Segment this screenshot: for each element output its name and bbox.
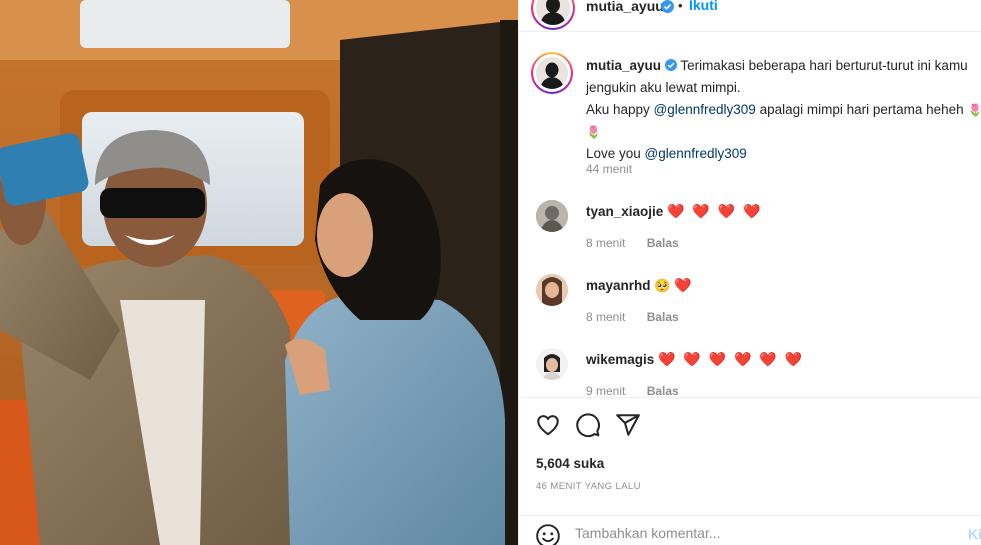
comment-username[interactable]: mayanrhd	[586, 278, 651, 293]
pleading-emoji-icon: 🥺	[654, 278, 671, 293]
story-ring[interactable]	[531, 0, 575, 30]
caption-line-3-suffix: apalagi mimpi hari pertama heheh	[755, 102, 964, 117]
comment-meta: 8 menit Balas	[586, 236, 697, 250]
comment-time: 8 menit	[586, 236, 626, 250]
comment-input[interactable]	[575, 525, 935, 541]
separator-dot: •	[678, 0, 683, 13]
post-photo[interactable]	[0, 0, 518, 545]
caption-avatar	[536, 57, 568, 89]
follow-button[interactable]: Ikuti	[689, 0, 718, 13]
comment-time: 8 menit	[586, 310, 626, 324]
comment-icon[interactable]	[575, 412, 601, 441]
comment-text: ❤️	[674, 277, 694, 293]
comment-username[interactable]: tyan_xiaojie	[586, 204, 663, 219]
tulip-emoji-icon: 🌷	[967, 103, 981, 117]
comment-meta: 8 menit Balas	[586, 310, 697, 324]
caption-username[interactable]: mutia_ayuu	[586, 58, 661, 73]
post-actions: 5,604 suka 46 MENIT YANG LALU Ki	[519, 397, 981, 545]
commenter-avatar[interactable]	[536, 348, 568, 380]
mention-link[interactable]: @glennfredly309	[645, 146, 747, 161]
commenter-avatar[interactable]	[536, 274, 568, 306]
caption-line-2: jengukin aku lewat mimpi.	[586, 80, 741, 95]
comment-bar: Ki	[519, 515, 981, 545]
tulip-emoji-icon: 🌷	[586, 125, 601, 139]
emoji-icon[interactable]	[535, 523, 561, 545]
verified-badge-icon	[661, 0, 674, 16]
caption-meta: 44 menit	[586, 162, 650, 176]
caption-time: 44 menit	[586, 162, 633, 176]
reply-button[interactable]: Balas	[647, 384, 679, 396]
comment-username[interactable]: wikemagis	[586, 352, 654, 367]
caption-line-3-prefix: Aku happy	[586, 102, 654, 117]
caption-text: mutia_ayuu Terimakasi beberapa hari bert…	[586, 55, 981, 165]
comment: tyan_xiaojie ❤️ ❤️ ❤️ ❤️	[586, 200, 981, 223]
comment-text: ❤️ ❤️ ❤️ ❤️	[667, 203, 763, 219]
comment-meta: 9 menit Balas	[586, 384, 697, 396]
commenter-avatar[interactable]	[536, 200, 568, 232]
comments-list[interactable]: mutia_ayuu Terimakasi beberapa hari bert…	[519, 46, 981, 396]
comment: wikemagis ❤️ ❤️ ❤️ ❤️ ❤️ ❤️	[586, 348, 981, 371]
post-timestamp: 46 MENIT YANG LALU	[536, 481, 641, 492]
heart-icon[interactable]	[535, 412, 561, 441]
comment-text: ❤️ ❤️ ❤️ ❤️ ❤️ ❤️	[658, 351, 805, 367]
comment-time: 9 menit	[586, 384, 626, 396]
reply-button[interactable]: Balas	[647, 236, 679, 250]
mention-link[interactable]: @glennfredly309	[654, 102, 756, 117]
post-detail-panel: mutia_ayuu • Ikuti mutia_ayuu Terimakasi…	[518, 0, 981, 545]
comment: mayanrhd 🥺 ❤️	[586, 274, 981, 297]
post-image	[0, 0, 518, 545]
post-comment-button[interactable]: Ki	[968, 526, 981, 542]
caption-avatar-ring[interactable]	[531, 52, 573, 94]
like-count[interactable]: 5,604 suka	[536, 456, 604, 471]
author-username[interactable]: mutia_ayuu	[586, 0, 664, 14]
post-header: mutia_ayuu • Ikuti	[519, 0, 981, 32]
share-icon[interactable]	[615, 412, 641, 441]
reply-button[interactable]: Balas	[647, 310, 679, 324]
caption-line-1: Terimakasi beberapa hari berturut-turut …	[680, 58, 968, 73]
verified-badge-icon	[664, 58, 677, 73]
caption-line-4-prefix: Love you	[586, 146, 645, 161]
